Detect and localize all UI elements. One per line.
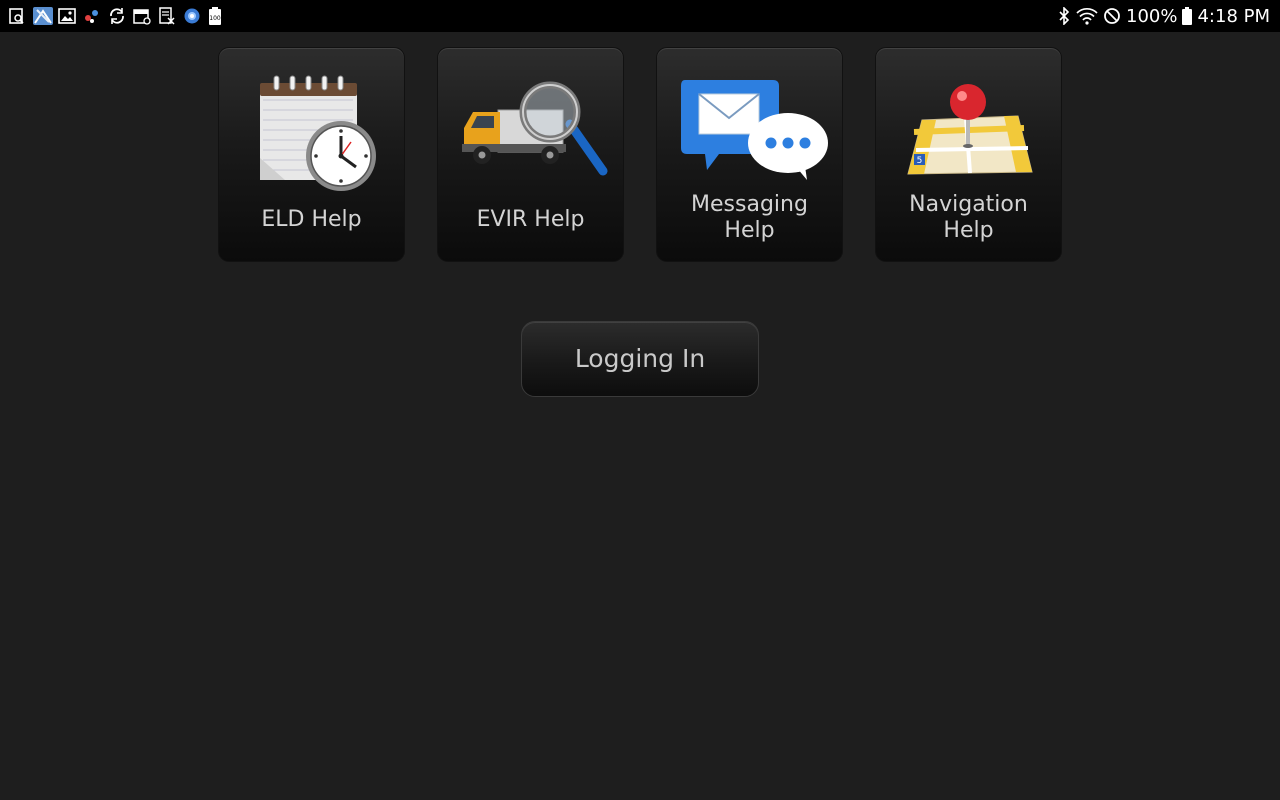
browser-icon <box>183 7 201 25</box>
clock-time: 4:18 PM <box>1197 5 1270 27</box>
map-icon <box>33 7 53 25</box>
eld-clock-notepad-icon <box>260 75 376 191</box>
battery-percent: 100% <box>1126 5 1178 27</box>
bluetooth-icon <box>1057 7 1071 25</box>
messaging-help-button[interactable]: Messaging Help <box>656 47 843 262</box>
viewer-icon <box>8 7 26 25</box>
calendar-icon <box>133 7 151 25</box>
evir-help-button[interactable]: EVIR Help <box>437 47 624 262</box>
eld-help-label: ELD Help <box>261 207 362 232</box>
map-pin-icon: 5 <box>907 84 1033 175</box>
envelope-chat-icon <box>681 80 828 180</box>
notification-icons: 100 <box>8 6 226 26</box>
gallery-icon <box>58 7 76 25</box>
wifi-icon <box>1076 7 1098 25</box>
status-bar: 100 100% 4:18 PM <box>0 0 1280 32</box>
battery-100-icon: 100 <box>208 7 226 25</box>
svg-text:100: 100 <box>209 15 221 22</box>
truck-magnifier-icon <box>462 81 608 176</box>
share-icon <box>83 7 101 25</box>
navigation-help-label: Navigation Help <box>909 192 1028 243</box>
do-not-disturb-icon <box>1103 7 1121 25</box>
eld-help-button[interactable]: ELD Help <box>218 47 405 262</box>
evir-help-label: EVIR Help <box>476 207 585 232</box>
svg-text:5: 5 <box>917 156 923 166</box>
document-icon <box>158 7 176 25</box>
sync-icon <box>108 7 126 25</box>
messaging-help-label: Messaging Help <box>691 192 808 243</box>
battery-icon <box>1182 7 1193 25</box>
logging-in-button[interactable]: Logging In <box>521 321 759 397</box>
system-status: 100% 4:18 PM <box>1057 0 1270 32</box>
navigation-help-button[interactable]: 5 Navigation Help <box>875 47 1062 262</box>
